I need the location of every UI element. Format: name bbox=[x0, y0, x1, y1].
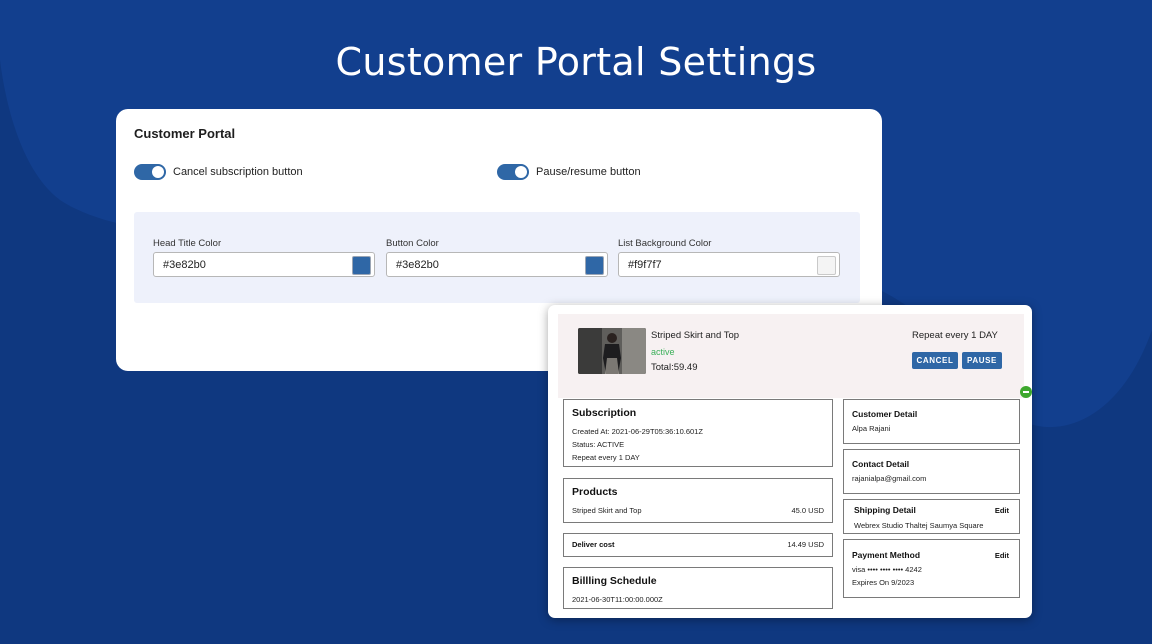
subscription-status: active bbox=[651, 347, 675, 357]
cancel-button[interactable]: CANCEL bbox=[912, 352, 958, 369]
list-background-color-swatch[interactable] bbox=[817, 256, 836, 275]
shipping-detail-box: Shipping Detail Edit Webrex Studio Thalt… bbox=[843, 499, 1020, 534]
subscription-header: Striped Skirt and Top active Total:59.49… bbox=[558, 314, 1032, 398]
list-background-color-label: List Background Color bbox=[618, 238, 712, 249]
portal-preview: Striped Skirt and Top active Total:59.49… bbox=[548, 305, 1032, 618]
page-heading: Customer Portal Settings bbox=[335, 40, 817, 84]
contact-email: rajanialpa@gmail.com bbox=[852, 474, 927, 483]
product-name: Striped Skirt and Top bbox=[651, 330, 740, 341]
shipping-address: Webrex Studio Thaltej Saumya Square bbox=[854, 521, 984, 530]
contact-detail-box: Contact Detail rajanialpa@gmail.com bbox=[843, 449, 1020, 494]
head-title-color-swatch[interactable] bbox=[352, 256, 371, 275]
payment-method-box: Payment Method Edit visa •••• •••• •••• … bbox=[843, 539, 1020, 598]
deliver-cost-box: Deliver cost 14.49 USD bbox=[563, 533, 833, 557]
product-image bbox=[578, 328, 646, 374]
head-title-color-label: Head Title Color bbox=[153, 238, 222, 249]
status-text: Status: ACTIVE bbox=[572, 440, 625, 449]
deliver-cost-label: Deliver cost bbox=[572, 540, 615, 549]
contact-detail-title: Contact Detail bbox=[852, 459, 910, 469]
product-line-price: 45.0 USD bbox=[791, 506, 824, 515]
list-background-color-input[interactable]: #f9f7f7 bbox=[618, 252, 840, 277]
head-title-color-input[interactable]: #3e82b0 bbox=[153, 252, 375, 277]
collapse-icon[interactable] bbox=[1020, 386, 1032, 398]
card-title: Customer Portal bbox=[134, 126, 236, 141]
shipping-detail-title: Shipping Detail bbox=[854, 505, 916, 515]
shipping-edit-link[interactable]: Edit bbox=[995, 506, 1009, 515]
color-settings-panel: Head Title Color #3e82b0 Button Color #3… bbox=[134, 212, 860, 303]
deliver-cost-price: 14.49 USD bbox=[787, 540, 824, 549]
cancel-subscription-setting: Cancel subscription button bbox=[134, 164, 303, 180]
subscription-box: Subscription Created At: 2021-06-29T05:3… bbox=[563, 399, 833, 467]
created-at: Created At: 2021-06-29T05:36:10.601Z bbox=[572, 427, 703, 436]
toggle-knob bbox=[152, 166, 164, 178]
repeat-text: Repeat every 1 DAY bbox=[572, 453, 640, 462]
card-number: visa •••• •••• •••• 4242 bbox=[852, 565, 922, 574]
head-title-color-field: Head Title Color #3e82b0 bbox=[153, 238, 375, 277]
product-line-name: Striped Skirt and Top bbox=[572, 506, 642, 515]
list-background-color-field: List Background Color #f9f7f7 bbox=[618, 238, 840, 277]
repeat-interval: Repeat every 1 DAY bbox=[912, 330, 998, 341]
pause-resume-setting: Pause/resume button bbox=[497, 164, 641, 180]
customer-detail-box: Customer Detail Alpa Rajani bbox=[843, 399, 1020, 444]
payment-edit-link[interactable]: Edit bbox=[995, 551, 1009, 560]
subscription-title: Subscription bbox=[572, 407, 637, 419]
subscription-total: Total:59.49 bbox=[651, 362, 698, 373]
billing-date: 2021-06-30T11:00:00.000Z bbox=[572, 595, 663, 604]
card-expiry: Expires On 9/2023 bbox=[852, 578, 915, 587]
products-title: Products bbox=[572, 486, 618, 498]
button-color-swatch[interactable] bbox=[585, 256, 604, 275]
cancel-subscription-label: Cancel subscription button bbox=[173, 166, 303, 178]
button-color-field: Button Color #3e82b0 bbox=[386, 238, 608, 277]
billing-schedule-box: Billling Schedule 2021-06-30T11:00:00.00… bbox=[563, 567, 833, 609]
list-background-color-value: #f9f7f7 bbox=[628, 259, 662, 271]
head-title-color-value: #3e82b0 bbox=[163, 259, 206, 271]
cancel-subscription-toggle[interactable] bbox=[134, 164, 166, 180]
pause-resume-toggle[interactable] bbox=[497, 164, 529, 180]
payment-method-title: Payment Method bbox=[852, 550, 921, 560]
products-box: Products Striped Skirt and Top 45.0 USD bbox=[563, 478, 833, 523]
button-color-label: Button Color bbox=[386, 238, 439, 249]
customer-detail-title: Customer Detail bbox=[852, 409, 918, 419]
billing-schedule-title: Billling Schedule bbox=[572, 575, 657, 587]
customer-name: Alpa Rajani bbox=[852, 424, 891, 433]
pause-button[interactable]: PAUSE bbox=[962, 352, 1002, 369]
toggle-knob bbox=[515, 166, 527, 178]
button-color-value: #3e82b0 bbox=[396, 259, 439, 271]
button-color-input[interactable]: #3e82b0 bbox=[386, 252, 608, 277]
pause-resume-label: Pause/resume button bbox=[536, 166, 641, 178]
